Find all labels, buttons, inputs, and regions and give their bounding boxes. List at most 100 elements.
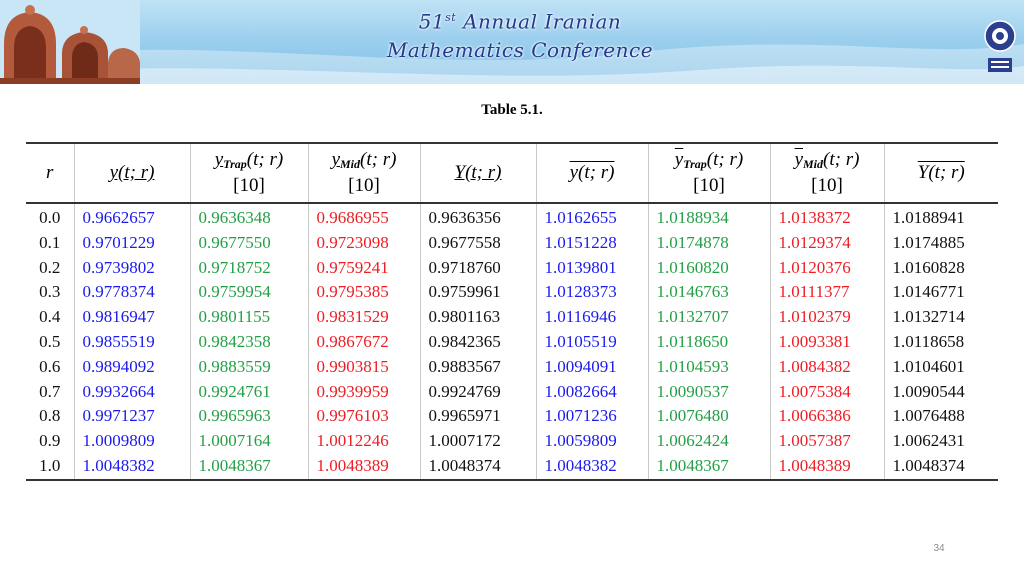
cell-y-mid-lower: 0.9686955: [307, 203, 420, 231]
cell-y-mid-lower: 1.0048389: [307, 453, 420, 480]
table-row: 1.0 1.0048382 1.0048367 1.0048389 1.0048374 1…: [26, 453, 998, 480]
cell-y-trap-upper: 1.0146763: [647, 280, 770, 306]
conference-ordinal-suffix: st: [445, 11, 457, 24]
cell-y-trap-upper: 1.0062424: [647, 429, 770, 454]
cell-y-trap-upper: 1.0174878: [647, 230, 770, 256]
header-y-mid-lower-label: yMid(t; r): [309, 149, 420, 175]
cell-y-upper: 1.0071236: [535, 404, 648, 430]
university-emblem-icon: [984, 20, 1016, 72]
header-y-trap-lower-label: yTrap(t; r): [191, 149, 308, 175]
conference-banner: 51st Annual Iranian Mathematics Conferen…: [0, 0, 1024, 84]
table-row: 0.6 0.9894092 0.9883559 0.9903815 0.9883567 1…: [26, 354, 998, 380]
conference-ordinal: 51: [418, 9, 446, 34]
header-y-mid-upper-symbol: y: [794, 149, 803, 170]
cell-Y-lower: 0.9759961: [419, 280, 536, 306]
header-r-label: r: [46, 162, 54, 183]
cell-r: 0.4: [39, 307, 61, 327]
header-y-mid-upper-index: Mid: [803, 157, 824, 171]
header-Y-lower: Y(t; r): [419, 143, 536, 203]
historic-house-logo: [0, 0, 140, 84]
header-y-trap-lower-index: Trap: [223, 157, 247, 171]
cell-y-trap-lower: 0.9842358: [189, 329, 308, 355]
cell-y-upper: 1.0128373: [535, 280, 648, 306]
header-y-trap-lower: yTrap(t; r) [10]: [189, 143, 308, 203]
cell-Y-lower: 0.9677558: [419, 230, 536, 256]
header-y-mid-upper-args: (t; r): [823, 149, 860, 170]
cell-y-trap-upper: 1.0090537: [647, 379, 770, 405]
table-row: 0.0 0.9662657 0.9636348 0.9686955 0.9636356 1…: [26, 203, 998, 231]
cell-Y-upper: 1.0090544: [883, 379, 998, 405]
cell-y-trap-lower: 0.9636348: [189, 203, 308, 231]
cell-Y-lower: 0.9842365: [419, 329, 536, 355]
cell-y-mid-lower: 0.9903815: [307, 354, 420, 380]
cell-y-mid-upper: 1.0057387: [769, 429, 884, 454]
cell-y-trap-lower: 1.0048367: [189, 453, 308, 480]
header-y-mid-lower: yMid(t; r) [10]: [307, 143, 420, 203]
cell-Y-upper: 1.0188941: [883, 203, 998, 231]
cell-y-upper: 1.0082664: [535, 379, 648, 405]
cell-y-lower: 0.9778374: [73, 280, 190, 306]
cell-r: 0.0: [39, 208, 61, 227]
cell-y-mid-lower: 0.9976103: [307, 404, 420, 430]
cell-y-trap-upper: 1.0188934: [647, 203, 770, 231]
cell-y-trap-lower: 0.9718752: [189, 255, 308, 281]
cell-y-trap-lower: 0.9759954: [189, 280, 308, 306]
header-y-trap-upper: yTrap(t; r) [10]: [647, 143, 770, 203]
table-body: 0.0 0.9662657 0.9636348 0.9686955 0.9636356 1…: [26, 203, 998, 480]
cell-y-trap-upper: 1.0104593: [647, 354, 770, 380]
header-y-trap-upper-symbol: y: [674, 149, 684, 170]
cell-Y-upper: 1.0104601: [883, 354, 998, 380]
header-y-mid-lower-args: (t; r): [360, 149, 397, 170]
cell-y-trap-lower: 0.9924761: [189, 379, 308, 405]
cell-y-trap-upper: 1.0076480: [647, 404, 770, 430]
cell-Y-upper: 1.0062431: [883, 429, 998, 454]
table-row: 0.7 0.9932664 0.9924761 0.9939959 0.9924769 1…: [26, 379, 998, 405]
header-y-mid-upper-reference: [10]: [811, 175, 843, 196]
header-y-trap-upper-label: yTrap(t; r): [649, 149, 770, 175]
cell-y-upper: 1.0116946: [535, 305, 648, 330]
cell-y-lower: 0.9662657: [73, 203, 190, 231]
cell-r: 0.7: [39, 381, 61, 401]
header-y-trap-upper-reference: [10]: [693, 175, 725, 196]
cell-r: 0.2: [39, 257, 61, 277]
cell-y-mid-upper: 1.0066386: [769, 404, 884, 430]
cell-Y-lower: 1.0048374: [419, 453, 536, 480]
header-y-upper: y(t; r): [535, 143, 648, 203]
cell-Y-upper: 1.0118658: [883, 329, 998, 355]
cell-y-lower: 0.9816947: [73, 305, 190, 330]
conference-title: 51st Annual Iranian Mathematics Conferen…: [380, 4, 660, 74]
cell-Y-lower: 1.0007172: [419, 429, 536, 454]
results-table-container: r y(t; r) yTrap(t; r) [10] yMid(t; r) [1…: [26, 142, 998, 481]
table-row: 0.3 0.9778374 0.9759954 0.9795385 0.9759961 1…: [26, 280, 998, 306]
cell-y-trap-lower: 0.9965963: [189, 404, 308, 430]
cell-y-upper: 1.0059809: [535, 429, 648, 454]
cell-y-lower: 0.9739802: [73, 255, 190, 281]
table-row: 0.2 0.9739802 0.9718752 0.9759241 0.9718760 1…: [26, 255, 998, 281]
cell-y-trap-upper: 1.0132707: [647, 305, 770, 330]
table-row: 0.9 1.0009809 1.0007164 1.0012246 1.0007172 1…: [26, 429, 998, 454]
header-y-mid-lower-symbol: y: [331, 149, 340, 170]
conference-title-line1: 51st Annual Iranian: [380, 4, 660, 36]
header-Y-upper-label: Y(t; r): [917, 162, 965, 183]
cell-y-lower: 0.9701229: [73, 230, 190, 256]
table-row: 0.8 0.9971237 0.9965963 0.9976103 0.9965971 1…: [26, 404, 998, 430]
cell-y-lower: 0.9855519: [73, 329, 190, 355]
cell-Y-upper: 1.0174885: [883, 230, 998, 256]
cell-y-mid-lower: 0.9723098: [307, 230, 420, 256]
header-y-trap-upper-args: (t; r): [706, 149, 744, 170]
cell-y-mid-lower: 0.9831529: [307, 305, 420, 330]
cell-Y-lower: 0.9924769: [419, 379, 536, 405]
cell-y-upper: 1.0151228: [535, 230, 648, 256]
header-y-trap-lower-symbol: y: [214, 149, 224, 170]
cell-y-mid-lower: 0.9795385: [307, 280, 420, 306]
cell-y-lower: 0.9932664: [73, 379, 190, 405]
cell-y-mid-lower: 0.9867672: [307, 329, 420, 355]
header-Y-lower-label: Y(t; r): [454, 162, 502, 183]
cell-y-mid-lower: 1.0012246: [307, 429, 420, 454]
header-y-lower-label: y(t; r): [109, 162, 155, 183]
header-Y-upper: Y(t; r): [883, 143, 998, 203]
cell-y-mid-upper: 1.0102379: [769, 305, 884, 330]
cell-Y-upper: 1.0132714: [883, 305, 998, 330]
cell-Y-lower: 0.9636356: [419, 203, 536, 231]
cell-y-lower: 1.0048382: [73, 453, 190, 480]
